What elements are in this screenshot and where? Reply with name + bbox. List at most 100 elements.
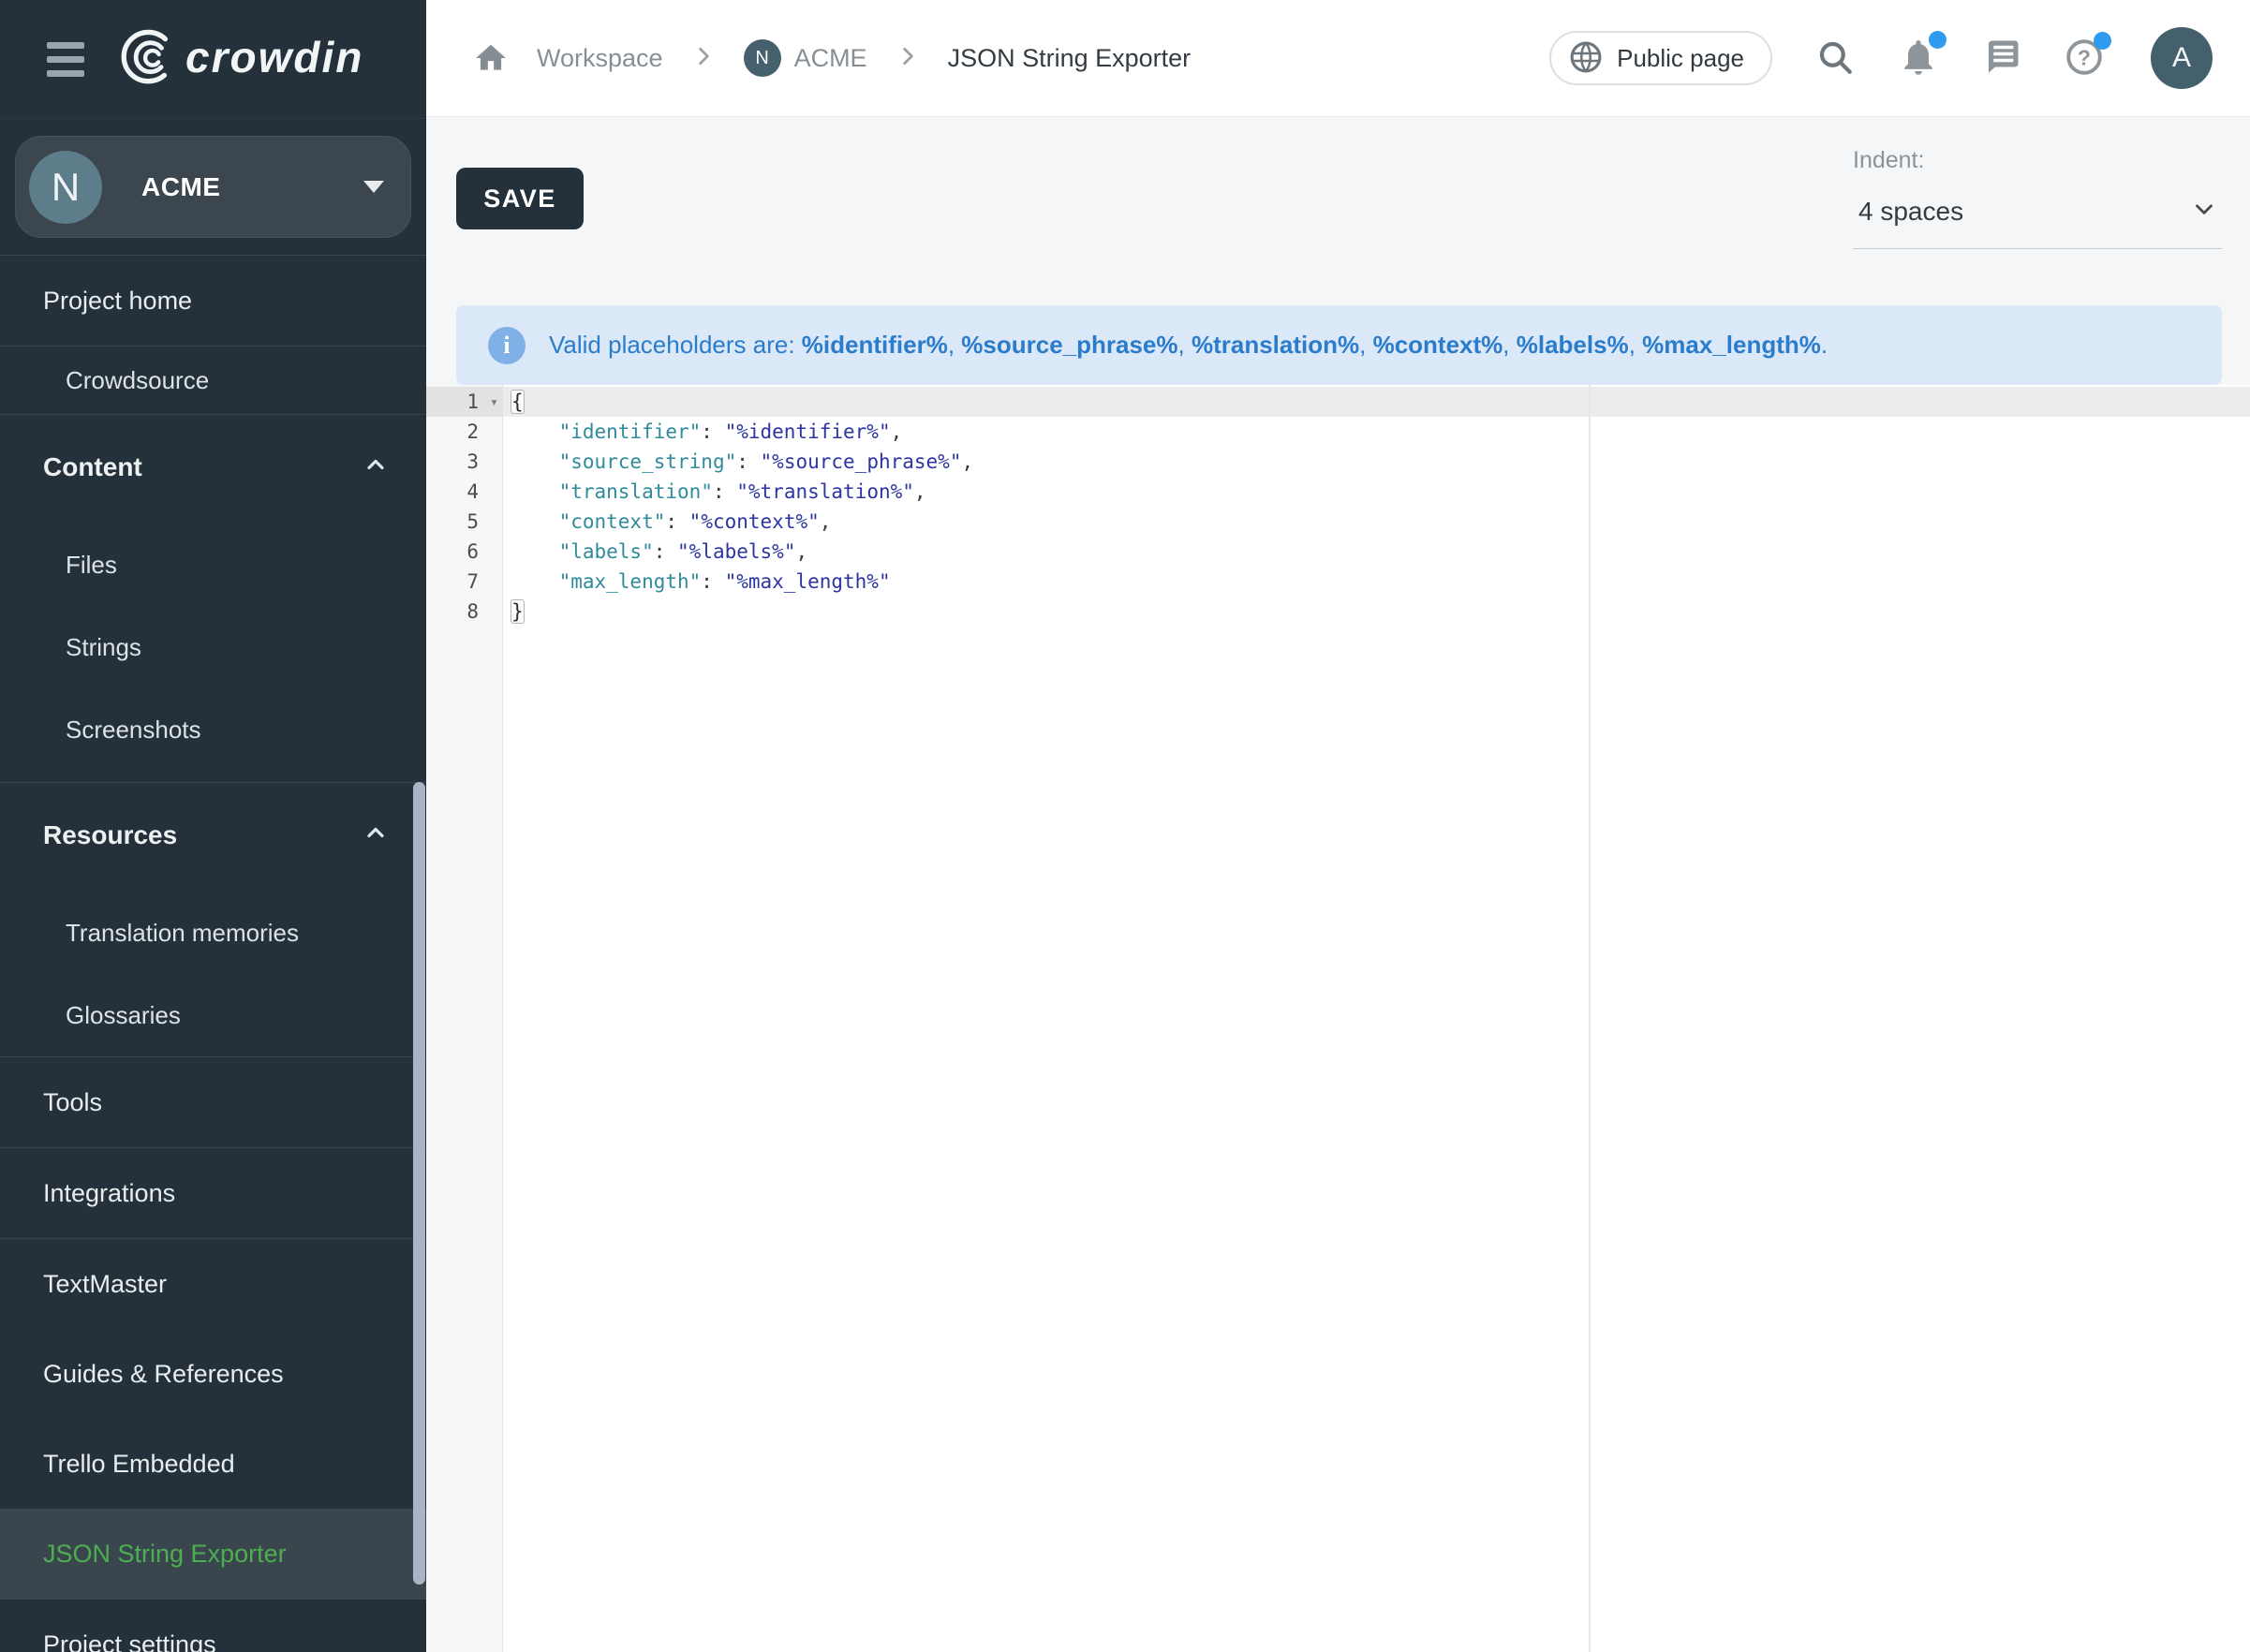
crowdin-logo[interactable]: crowdin: [120, 28, 363, 91]
chevron-right-icon: [896, 44, 920, 73]
sidebar-item-crowdsource[interactable]: Crowdsource: [0, 347, 426, 414]
token-punct: :: [701, 570, 724, 593]
sidebar-item-translation-memories[interactable]: Translation memories: [0, 892, 426, 974]
token-ws: [511, 480, 559, 503]
code-line[interactable]: 4 "translation": "%translation%",: [426, 477, 2250, 507]
sidebar-item-content[interactable]: Content: [0, 426, 426, 509]
fold-arrow-icon[interactable]: ▾: [490, 387, 498, 417]
search-button[interactable]: [1815, 37, 1855, 80]
token-ws: [511, 450, 559, 473]
code-text[interactable]: }: [503, 597, 2250, 627]
sidebar-item-files[interactable]: Files: [0, 524, 426, 606]
token-str: "%labels%": [677, 540, 795, 563]
sidebar-item-project-settings[interactable]: Project settings: [0, 1600, 426, 1652]
indent-label: Indent:: [1853, 147, 2222, 174]
sidebar-item-strings[interactable]: Strings: [0, 606, 426, 688]
code-line[interactable]: 2 "identifier": "%identifier%",: [426, 417, 2250, 447]
topbar-actions: Public page: [1549, 27, 2213, 89]
project-name: ACME: [141, 172, 220, 202]
sidebar-item-glossaries[interactable]: Glossaries: [0, 974, 426, 1056]
token-key: "identifier": [559, 420, 702, 443]
code-line[interactable]: 6 "labels": "%labels%",: [426, 537, 2250, 567]
sidebar-item-trello-embedded[interactable]: Trello Embedded: [0, 1419, 426, 1509]
page-toolbar: SAVE Indent: 4 spaces i Valid placeholde…: [426, 117, 2250, 385]
hamburger-menu-button[interactable]: [47, 42, 84, 77]
sidebar-item-label: Translation memories: [66, 919, 299, 948]
breadcrumb-workspace[interactable]: Workspace: [537, 44, 663, 73]
breadcrumb: Workspace N ACME JSON String Exporter: [473, 39, 1191, 77]
token-bracket: {: [511, 391, 524, 413]
user-avatar[interactable]: A: [2151, 27, 2213, 89]
code-line[interactable]: 7 "max_length": "%max_length%": [426, 567, 2250, 597]
chevron-up-icon: [363, 819, 389, 852]
sidebar-scrollbar-thumb[interactable]: [413, 782, 425, 1585]
code-text[interactable]: "identifier": "%identifier%",: [503, 417, 2250, 447]
help-dot: [2094, 32, 2111, 50]
code-line[interactable]: 3 "source_string": "%source_phrase%",: [426, 447, 2250, 477]
line-number: 6: [426, 537, 503, 567]
sidebar-item-textmaster[interactable]: TextMaster: [0, 1239, 426, 1329]
globe-icon: [1568, 39, 1604, 78]
crowdin-swirl-icon: [120, 28, 178, 91]
sidebar-item-guides-references[interactable]: Guides & References: [0, 1329, 426, 1419]
caret-down-icon: [363, 181, 384, 193]
sidebar-item-label: Guides & References: [43, 1360, 284, 1389]
sidebar: crowdin N ACME Project home Crowdsource Co…: [0, 0, 426, 1652]
sidebar-item-tools[interactable]: Tools: [0, 1057, 426, 1147]
app-root: crowdin N ACME Project home Crowdsource Co…: [0, 0, 2250, 1652]
help-button[interactable]: ?: [2065, 37, 2104, 80]
token-bracket: }: [511, 600, 524, 623]
sidebar-item-label: TextMaster: [43, 1270, 167, 1299]
line-number: 3: [426, 447, 503, 477]
breadcrumb-project[interactable]: N ACME: [744, 39, 867, 77]
line-number: 7: [426, 567, 503, 597]
token-str: "%context%": [689, 510, 820, 533]
code-line[interactable]: 5 "context": "%context%",: [426, 507, 2250, 537]
indent-select[interactable]: 4 spaces: [1853, 189, 2222, 249]
token-punct: ,: [891, 420, 903, 443]
sidebar-item-json-string-exporter[interactable]: JSON String Exporter: [0, 1509, 426, 1599]
sidebar-item-label: Resources: [43, 820, 177, 850]
search-icon: [1815, 37, 1855, 80]
sidebar-item-label: Crowdsource: [66, 366, 209, 395]
token-punct: :: [701, 420, 724, 443]
home-icon[interactable]: [473, 40, 509, 76]
token-punct: :: [713, 480, 736, 503]
sidebar-item-label: Tools: [43, 1088, 102, 1117]
save-button[interactable]: SAVE: [456, 168, 584, 229]
token-punct: ,: [820, 510, 832, 533]
sidebar-item-integrations[interactable]: Integrations: [0, 1148, 426, 1238]
project-selector[interactable]: N ACME: [15, 136, 411, 238]
code-text[interactable]: "source_string": "%source_phrase%",: [503, 447, 2250, 477]
project-badge: N: [744, 39, 781, 77]
code-text[interactable]: "labels": "%labels%",: [503, 537, 2250, 567]
sidebar-item-label: Project settings: [43, 1630, 216, 1652]
project-avatar: N: [29, 151, 102, 224]
code-line[interactable]: 1▾{: [426, 387, 2250, 417]
sidebar-divider: [0, 782, 426, 783]
code-text[interactable]: "max_length": "%max_length%": [503, 567, 2250, 597]
token-punct: ,: [795, 540, 807, 563]
line-number: 4: [426, 477, 503, 507]
code-text[interactable]: "translation": "%translation%",: [503, 477, 2250, 507]
code-text[interactable]: "context": "%context%",: [503, 507, 2250, 537]
sidebar-item-label: Trello Embedded: [43, 1450, 235, 1479]
editor-lines: 1▾{2 "identifier": "%identifier%",3 "sou…: [426, 385, 2250, 627]
code-text[interactable]: {: [503, 387, 2250, 417]
token-str: "%max_length%": [725, 570, 891, 593]
code-line[interactable]: 8}: [426, 597, 2250, 627]
main-area: Workspace N ACME JSON String Exporter: [426, 0, 2250, 1652]
notifications-button[interactable]: [1898, 37, 1939, 81]
messages-button[interactable]: [1982, 37, 2021, 80]
sidebar-item-label: JSON String Exporter: [43, 1540, 287, 1569]
sidebar-item-screenshots[interactable]: Screenshots: [0, 688, 426, 771]
sidebar-item-project-home[interactable]: Project home: [0, 256, 426, 346]
public-page-button[interactable]: Public page: [1549, 31, 1772, 85]
code-editor[interactable]: 1▾{2 "identifier": "%identifier%",3 "sou…: [426, 385, 2250, 1652]
sidebar-item-label: Screenshots: [66, 715, 201, 745]
breadcrumb-current-page: JSON String Exporter: [948, 44, 1192, 73]
token-str: "%source_phrase%": [761, 450, 962, 473]
token-punct: :: [654, 540, 677, 563]
sidebar-item-resources[interactable]: Resources: [0, 794, 426, 877]
token-ws: [511, 570, 559, 593]
